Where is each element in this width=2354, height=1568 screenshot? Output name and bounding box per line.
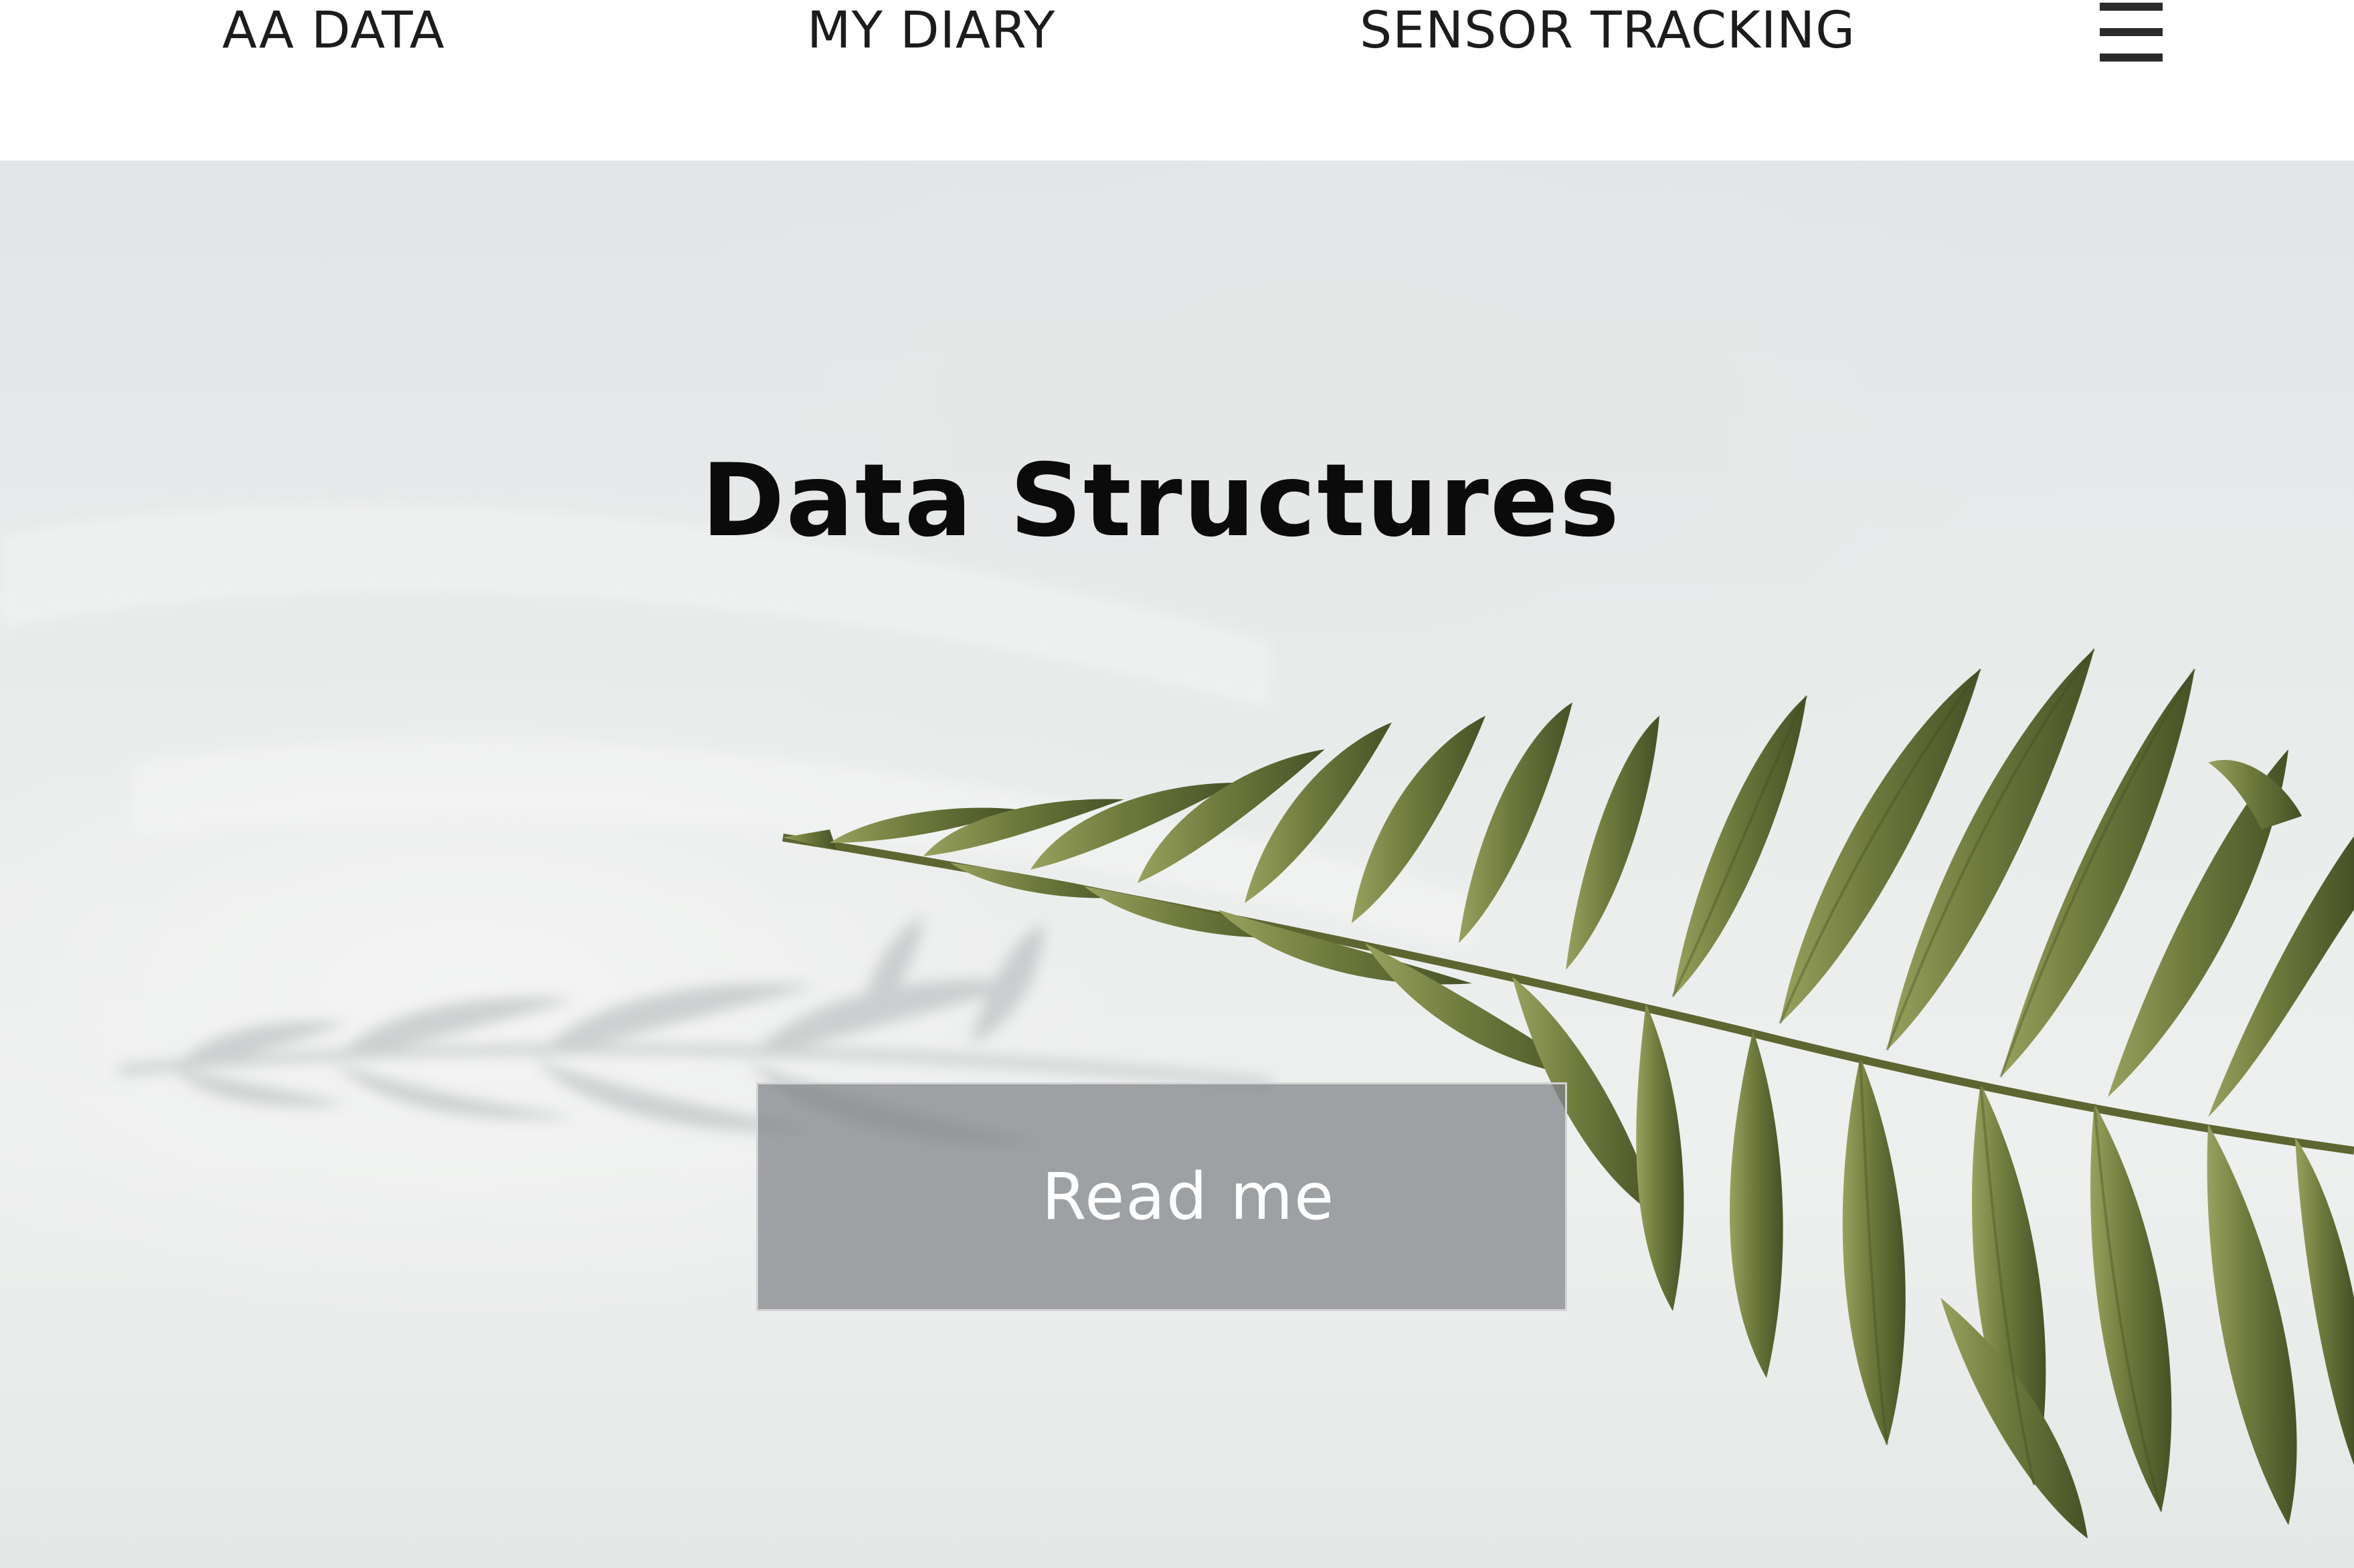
fern-leaf-photo: [0, 503, 2354, 1539]
page-title: Data Structures: [701, 442, 1621, 559]
hero-section: Data Structures Read me: [0, 161, 2354, 1568]
page: AA DATA MY DIARY SENSOR TRACKING Data St…: [0, 0, 2354, 1568]
read-me-button[interactable]: Read me: [756, 1082, 1567, 1311]
nav-link-my-diary[interactable]: MY DIARY: [807, 0, 1055, 60]
nav-link-aa-data[interactable]: AA DATA: [222, 0, 445, 60]
hamburger-menu-icon[interactable]: [2100, 0, 2163, 67]
nav-link-sensor-tracking[interactable]: SENSOR TRACKING: [1360, 0, 1855, 60]
top-navigation: AA DATA MY DIARY SENSOR TRACKING: [0, 0, 2354, 161]
